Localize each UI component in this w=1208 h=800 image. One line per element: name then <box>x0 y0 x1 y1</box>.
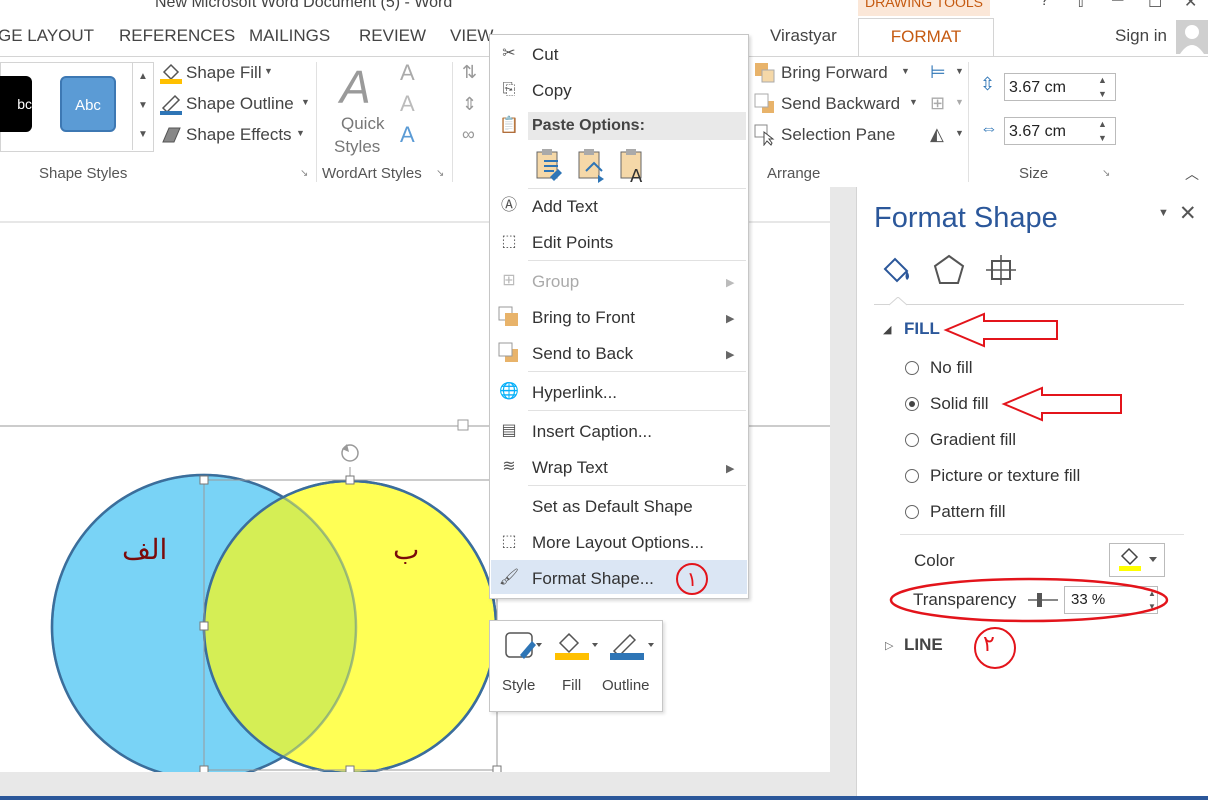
mini-outline-label[interactable]: Outline <box>602 677 650 694</box>
svg-text:A: A <box>630 166 643 183</box>
menu-item-edit-points[interactable]: Edit Points <box>532 233 613 253</box>
mini-fill-label[interactable]: Fill <box>562 677 581 694</box>
paste-options-header: Paste Options: <box>532 117 645 134</box>
submenu-arrow-icon: ▶ <box>726 463 735 475</box>
fill-icon[interactable] <box>552 629 598 663</box>
layout-options-icon: ⬚ <box>501 533 517 550</box>
group-icon: ⊞ <box>502 272 516 289</box>
menu-item-add-text[interactable]: Add Text <box>532 197 598 217</box>
scissors-icon: ✂ <box>502 45 516 62</box>
menu-separator <box>528 410 746 411</box>
edit-points-icon: ⬚ <box>501 233 517 250</box>
context-menu: ✂ Cut ⎘ Copy 📋 Paste Options: A Ⓐ Add Te… <box>489 34 749 599</box>
menu-item-hyperlink[interactable]: Hyperlink... <box>532 383 617 403</box>
menu-separator <box>528 188 746 189</box>
red-ellipse-transparency <box>889 577 1169 623</box>
add-text-icon: Ⓐ <box>500 197 517 214</box>
format-shape-icon: 🖌 <box>498 569 520 586</box>
send-to-back-icon <box>498 342 520 364</box>
paste-keep-formatting-icon[interactable] <box>534 149 564 183</box>
submenu-arrow-icon: ▶ <box>726 277 735 289</box>
menu-item-insert-caption[interactable]: Insert Caption... <box>532 422 652 442</box>
menu-item-wrap-text[interactable]: Wrap Text <box>532 458 608 478</box>
wrap-text-icon: ≋ <box>502 458 516 475</box>
mini-toolbar: Style Fill Outline <box>489 620 663 712</box>
menu-item-set-default-shape[interactable]: Set as Default Shape <box>532 497 693 517</box>
submenu-arrow-icon: ▶ <box>726 313 735 325</box>
menu-item-bring-to-front[interactable]: Bring to Front <box>532 308 635 328</box>
annotation-number-2: ٢ <box>983 632 995 657</box>
menu-item-send-to-back[interactable]: Send to Back <box>532 344 633 364</box>
annotation-number-1: ١ <box>676 563 708 595</box>
menu-item-more-layout[interactable]: More Layout Options... <box>532 533 704 553</box>
menu-item-format-shape[interactable]: Format Shape... <box>532 569 654 589</box>
red-arrow-solid-fill <box>1001 386 1122 422</box>
insert-caption-icon: ▤ <box>501 422 517 439</box>
clipboard-icon: 📋 <box>499 117 519 134</box>
red-circle-2 <box>974 627 1016 669</box>
submenu-arrow-icon: ▶ <box>726 349 735 361</box>
outline-icon[interactable] <box>608 629 656 663</box>
menu-item-cut[interactable]: Cut <box>532 45 558 65</box>
mini-style-label[interactable]: Style <box>502 677 535 694</box>
red-arrow-fill <box>943 312 1058 348</box>
menu-item-group: Group <box>532 272 580 291</box>
bring-to-front-icon <box>498 306 520 328</box>
hyperlink-icon: 🌐 <box>499 383 519 400</box>
style-icon[interactable] <box>504 629 544 663</box>
menu-item-copy[interactable]: Copy <box>532 81 572 101</box>
menu-separator <box>528 260 746 261</box>
copy-icon: ⎘ <box>502 81 516 98</box>
menu-separator <box>528 485 746 486</box>
paste-picture-icon[interactable] <box>576 149 606 183</box>
menu-separator <box>528 371 746 372</box>
paste-text-only-icon[interactable]: A <box>618 149 648 187</box>
